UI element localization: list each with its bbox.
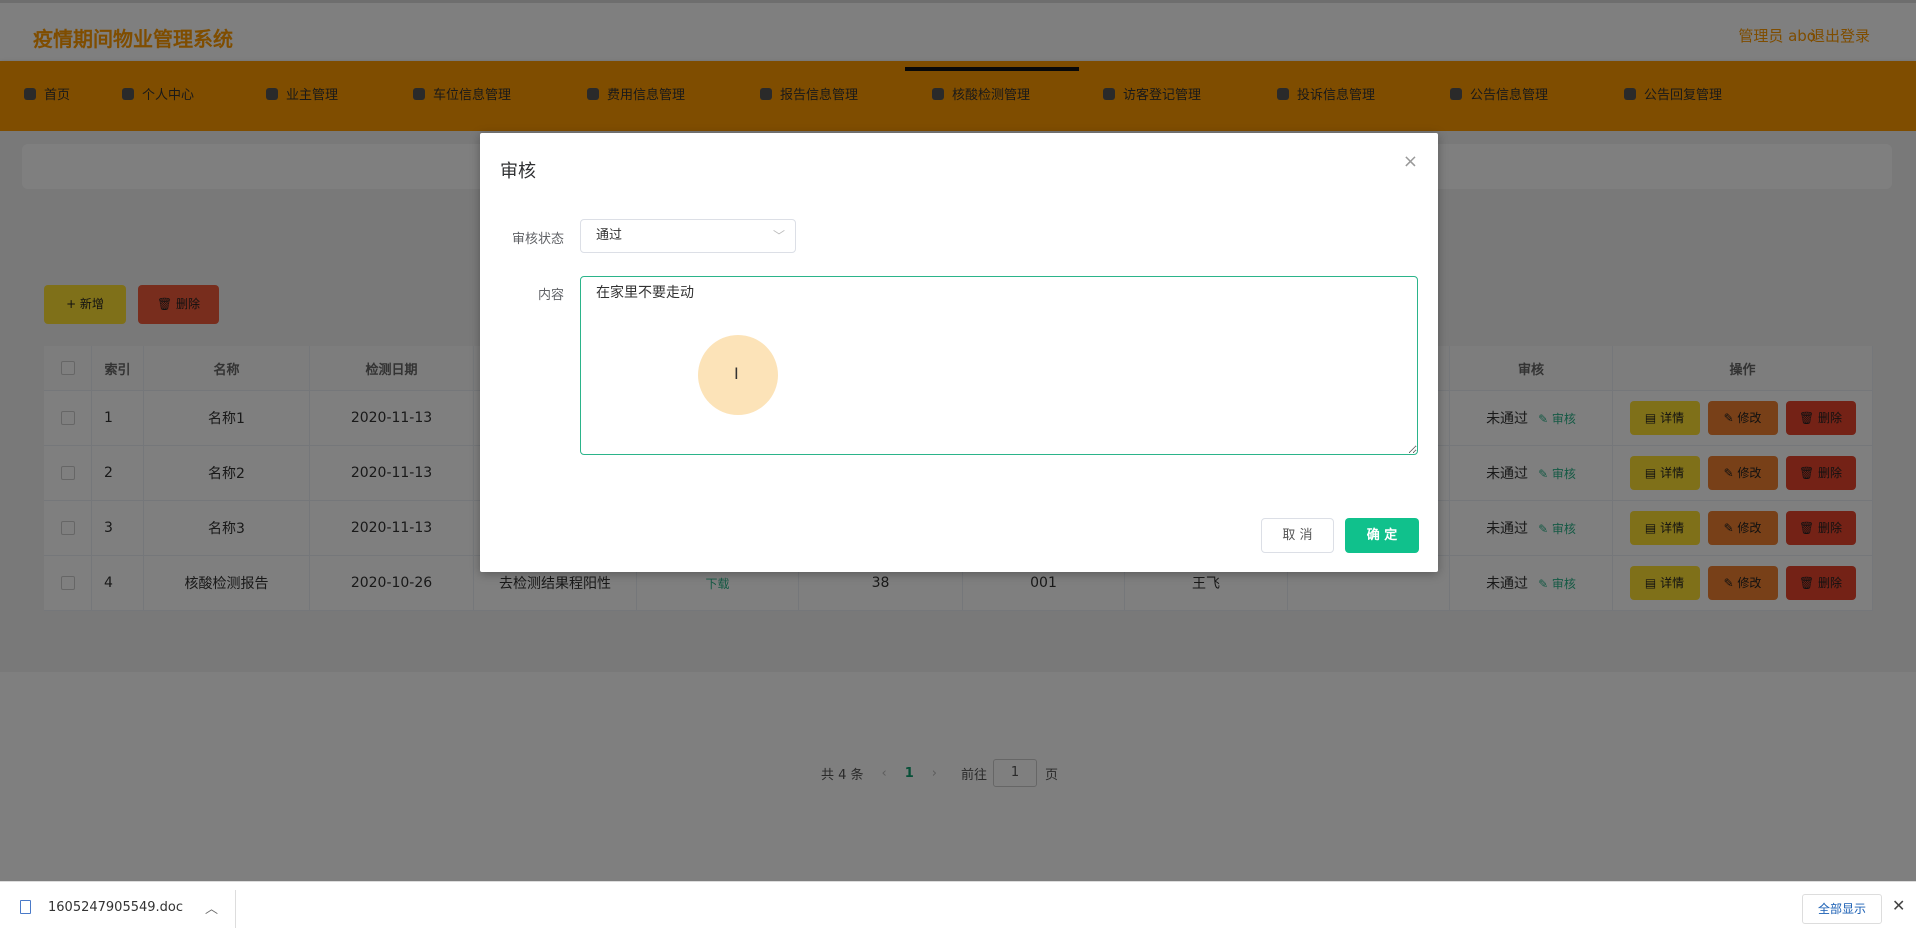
chevron-up-icon[interactable]: ︿	[205, 898, 218, 917]
content-label: 内容	[537, 288, 564, 303]
chevron-down-icon: ﹀	[772, 229, 785, 243]
text-cursor-icon: I	[734, 364, 739, 383]
download-bar: 1605247905549.doc ︿ 全部显示 ✕	[0, 881, 1916, 934]
download-filename[interactable]: 1605247905549.doc	[48, 900, 183, 915]
cancel-button[interactable]: 取 消	[1261, 518, 1334, 553]
document-icon	[20, 900, 31, 914]
status-select-value: 通过	[596, 228, 623, 243]
audit-dialog: 审核 × 审核状态 通过 ﹀ 内容 在家里不要走动 取 消 确 定	[480, 133, 1438, 572]
close-icon[interactable]: ×	[1403, 151, 1418, 172]
status-label: 审核状态	[511, 232, 564, 247]
close-icon[interactable]: ✕	[1892, 896, 1905, 915]
divider	[235, 890, 236, 928]
dialog-title: 审核	[500, 161, 536, 182]
show-all-button[interactable]: 全部显示	[1802, 894, 1882, 924]
confirm-button[interactable]: 确 定	[1345, 518, 1419, 553]
status-select[interactable]: 通过 ﹀	[580, 219, 796, 253]
